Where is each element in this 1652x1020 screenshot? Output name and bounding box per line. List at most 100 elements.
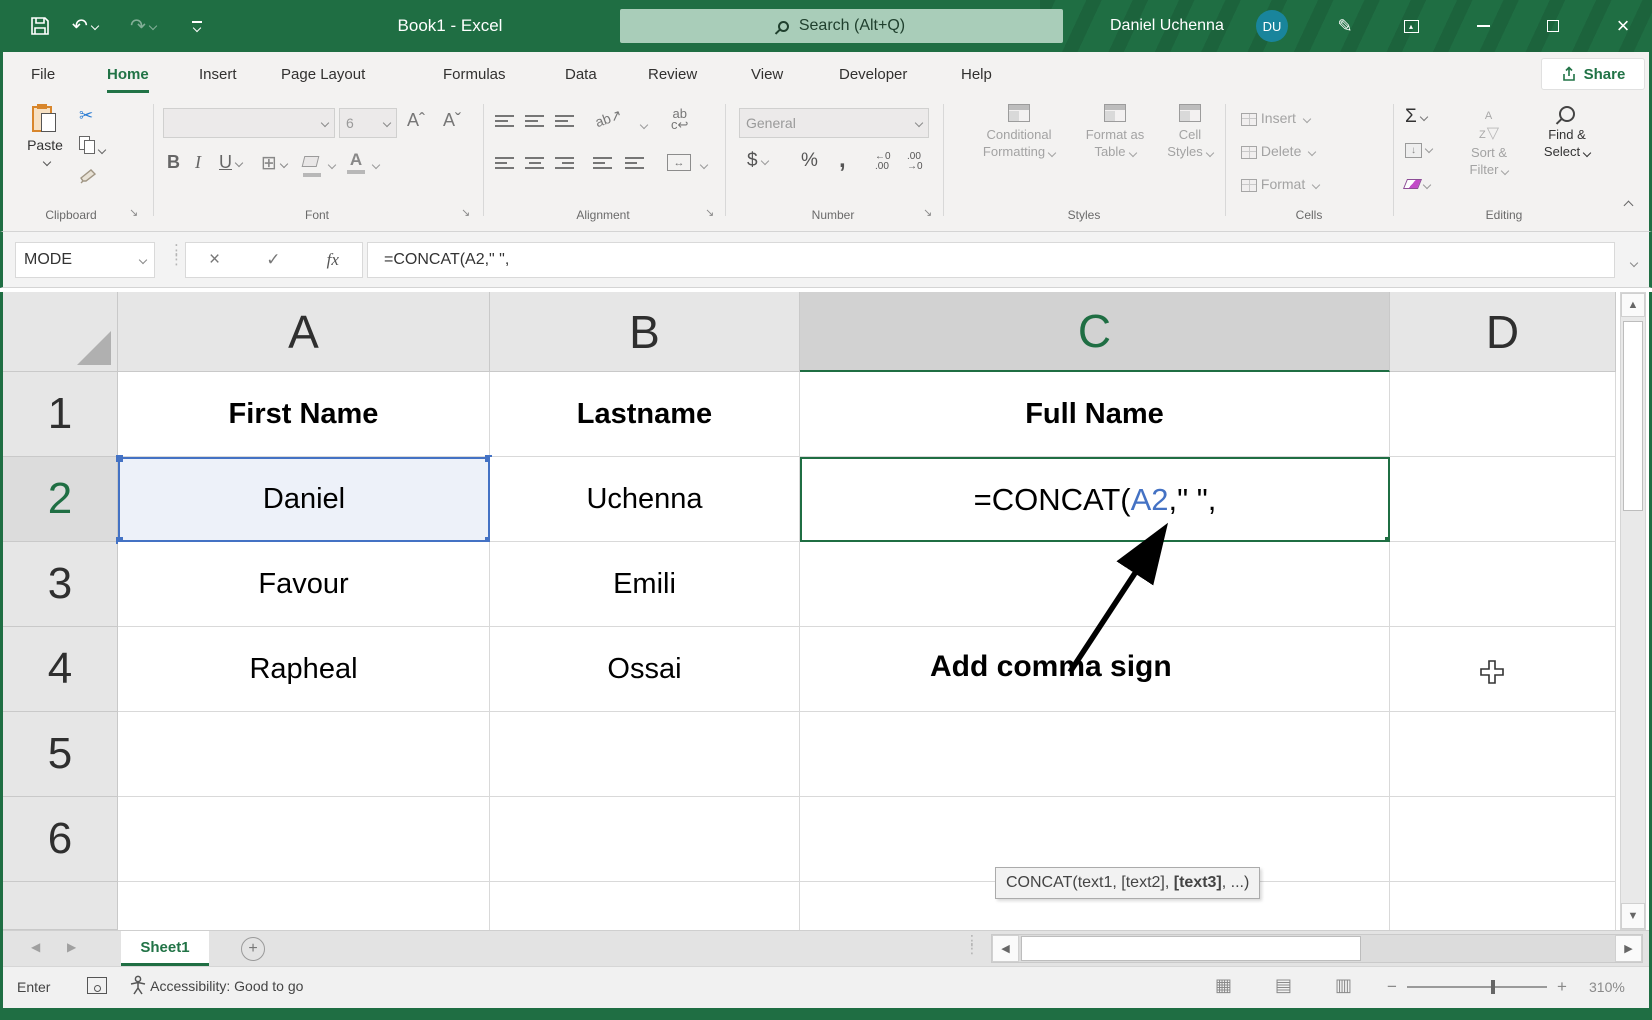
font-name-combo[interactable] bbox=[163, 108, 335, 138]
format-as-table-button[interactable]: Format as Table bbox=[1067, 104, 1163, 160]
wrap-text-button[interactable]: abc↩ bbox=[671, 108, 688, 130]
zoom-out-button[interactable]: − bbox=[1387, 977, 1397, 997]
maximize-button[interactable] bbox=[1530, 0, 1576, 52]
decrease-indent-button[interactable] bbox=[593, 154, 612, 177]
paste-button[interactable]: Paste bbox=[19, 104, 71, 169]
decrease-font-button[interactable]: Aˇ bbox=[443, 110, 461, 131]
align-middle-button[interactable] bbox=[525, 112, 544, 135]
cell-a3[interactable]: Favour bbox=[118, 542, 490, 627]
copy-button[interactable] bbox=[79, 136, 105, 159]
align-bottom-button[interactable] bbox=[555, 112, 574, 135]
column-header-c[interactable]: C bbox=[800, 292, 1390, 372]
autosum-button[interactable]: Σ bbox=[1405, 106, 1427, 128]
bold-button[interactable]: B bbox=[167, 152, 180, 173]
accounting-format-button[interactable]: $ bbox=[747, 150, 768, 172]
row-header-partial[interactable] bbox=[3, 882, 118, 930]
delete-cells-button[interactable]: Delete bbox=[1241, 143, 1315, 159]
expand-formula-bar-button[interactable] bbox=[1627, 254, 1637, 272]
comma-style-button[interactable]: , bbox=[839, 146, 846, 174]
scroll-up-button[interactable]: ▲ bbox=[1621, 293, 1645, 317]
minimize-button[interactable] bbox=[1460, 0, 1506, 52]
row-header-1[interactable]: 1 bbox=[3, 372, 118, 457]
percent-button[interactable]: % bbox=[801, 150, 818, 172]
cell-b2[interactable]: Uchenna bbox=[490, 457, 800, 542]
ribbon-display-options-button[interactable]: ▴ bbox=[1388, 0, 1434, 52]
cell-d7[interactable] bbox=[1390, 882, 1616, 930]
italic-button[interactable]: I bbox=[195, 152, 201, 173]
cell-d1[interactable] bbox=[1390, 372, 1616, 457]
cell-b3[interactable]: Emili bbox=[490, 542, 800, 627]
find-select-button[interactable]: Find & Select bbox=[1527, 106, 1607, 160]
tab-formulas[interactable]: Formulas bbox=[443, 52, 506, 96]
tab-insert[interactable]: Insert bbox=[199, 52, 237, 96]
insert-function-icon[interactable]: fx bbox=[327, 250, 339, 270]
sheet-nav-left-icon[interactable]: ◀ bbox=[31, 940, 40, 954]
borders-button[interactable]: ⊞ bbox=[261, 152, 287, 175]
share-button[interactable]: Share bbox=[1541, 58, 1645, 90]
redo-button[interactable]: ↷ bbox=[130, 0, 156, 52]
tab-page-layout[interactable]: Page Layout bbox=[281, 52, 365, 96]
orientation-button[interactable]: ab↗ bbox=[593, 106, 624, 131]
close-button[interactable]: × bbox=[1600, 0, 1646, 52]
decrease-decimal-button[interactable]: .00→0 bbox=[907, 152, 923, 172]
cell-a7[interactable] bbox=[118, 882, 490, 930]
tab-developer[interactable]: Developer bbox=[839, 52, 907, 96]
cell-b6[interactable] bbox=[490, 797, 800, 882]
sort-filter-button[interactable]: AZ▽ Sort & Filter bbox=[1451, 106, 1527, 178]
customize-quick-access-button[interactable] bbox=[192, 0, 202, 52]
fill-color-button[interactable] bbox=[303, 154, 321, 177]
increase-decimal-button[interactable]: ←0.00 bbox=[875, 152, 891, 172]
cell-d2[interactable] bbox=[1390, 457, 1616, 542]
merge-center-dropdown[interactable] bbox=[697, 156, 707, 174]
font-color-dropdown[interactable] bbox=[369, 156, 379, 174]
cell-d3[interactable] bbox=[1390, 542, 1616, 627]
alignment-dialog-launcher[interactable]: ↘ bbox=[705, 206, 714, 219]
align-left-button[interactable] bbox=[495, 154, 514, 177]
row-header-3[interactable]: 3 bbox=[3, 542, 118, 627]
underline-button[interactable]: U bbox=[219, 152, 242, 173]
name-box[interactable]: MODE bbox=[15, 242, 155, 278]
cell-a1[interactable]: First Name bbox=[118, 372, 490, 457]
cell-d5[interactable] bbox=[1390, 712, 1616, 797]
vertical-scrollbar[interactable]: ▲ ▼ bbox=[1620, 292, 1646, 930]
increase-indent-button[interactable] bbox=[625, 154, 644, 177]
cell-a6[interactable] bbox=[118, 797, 490, 882]
fill-color-dropdown[interactable] bbox=[325, 156, 335, 174]
zoom-slider[interactable] bbox=[1407, 986, 1547, 988]
formula-bar-splitter[interactable]: ⋮⋮ bbox=[169, 246, 184, 264]
cell-b5[interactable] bbox=[490, 712, 800, 797]
cell-c5[interactable] bbox=[800, 712, 1390, 797]
tab-review[interactable]: Review bbox=[648, 52, 697, 96]
column-header-d[interactable]: D bbox=[1390, 292, 1616, 372]
increase-font-button[interactable]: Aˆ bbox=[407, 110, 425, 131]
cell-b1[interactable]: Lastname bbox=[490, 372, 800, 457]
fill-button[interactable]: ↓ bbox=[1405, 140, 1432, 158]
select-all-corner[interactable] bbox=[3, 292, 118, 372]
align-center-button[interactable] bbox=[525, 154, 544, 177]
font-color-button[interactable]: A bbox=[347, 150, 365, 174]
cell-a4[interactable]: Rapheal bbox=[118, 627, 490, 712]
orientation-dropdown[interactable] bbox=[637, 116, 647, 134]
cell-styles-button[interactable]: Cell Styles bbox=[1155, 104, 1225, 160]
row-header-6[interactable]: 6 bbox=[3, 797, 118, 882]
coming-soon-button[interactable]: ✎ bbox=[1322, 0, 1368, 52]
font-dialog-launcher[interactable]: ↘ bbox=[461, 206, 470, 219]
column-header-b[interactable]: B bbox=[490, 292, 800, 372]
view-normal-icon[interactable]: ▦ bbox=[1215, 975, 1232, 996]
save-button[interactable] bbox=[30, 0, 50, 52]
merge-center-button[interactable]: ↔ bbox=[667, 154, 691, 171]
clipboard-dialog-launcher[interactable]: ↘ bbox=[129, 206, 138, 219]
tab-view[interactable]: View bbox=[751, 52, 783, 96]
enter-check-icon[interactable]: ✓ bbox=[266, 250, 280, 270]
number-dialog-launcher[interactable]: ↘ bbox=[923, 206, 932, 219]
row-header-5[interactable]: 5 bbox=[3, 712, 118, 797]
new-sheet-button[interactable]: + bbox=[241, 937, 265, 961]
cell-a5[interactable] bbox=[118, 712, 490, 797]
zoom-level[interactable]: 310% bbox=[1589, 979, 1625, 995]
cell-d6[interactable] bbox=[1390, 797, 1616, 882]
horizontal-scrollbar[interactable]: ◀ ▶ bbox=[991, 934, 1643, 963]
tab-help[interactable]: Help bbox=[961, 52, 992, 96]
row-header-2[interactable]: 2 bbox=[3, 457, 118, 542]
sheet-nav-right-icon[interactable]: ▶ bbox=[67, 940, 76, 954]
sheet-tab-sheet1[interactable]: Sheet1 bbox=[121, 931, 209, 966]
